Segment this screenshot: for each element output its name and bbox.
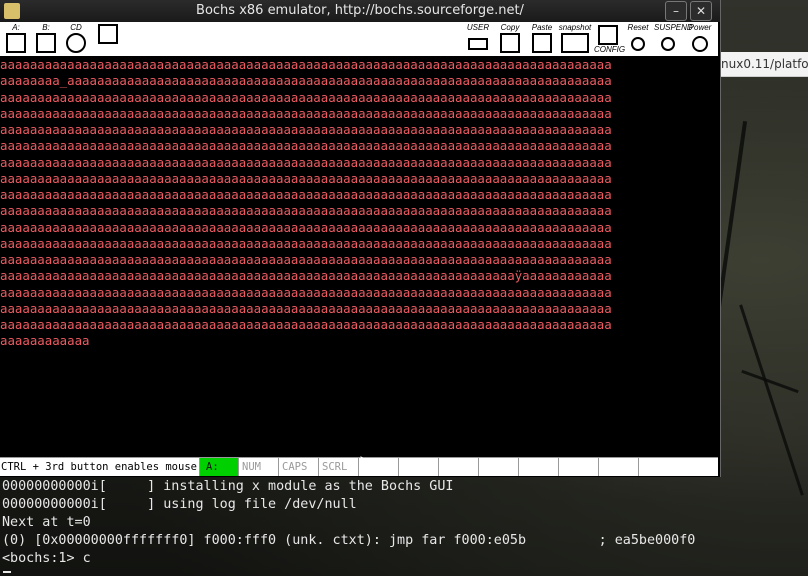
config-icon: [598, 25, 618, 45]
status-cell: [560, 458, 599, 476]
caps-lock-indicator: CAPS: [280, 458, 319, 476]
console-line: Next at t=0: [2, 515, 91, 530]
status-cell: [400, 458, 439, 476]
num-lock-indicator: NUM: [240, 458, 279, 476]
copy-button[interactable]: Copy: [496, 23, 524, 55]
screen-line: aaaaaaaaaaaaaaaaaaaaaaaaaaaaaaaaaaaaaaaa…: [0, 170, 612, 186]
screen-line: aaaaaaaaaaaaaaaaaaaaaaaaaaaaaaaaaaaaaaaa…: [0, 122, 612, 137]
screen-line: aaaaaaaaaaaaaaaaaaaaaaaaaaaaaaaaaaaaaaaa…: [0, 219, 612, 235]
screen-line: aaaaaaaaaaaaaaaaaaaaaaaaaaaaaaaaaaaaaaaa…: [0, 138, 612, 154]
screen-line: aaaaaaaaaaaaaaaaaaaaaaaaaaaaaaaaaaaaaaaa…: [0, 203, 612, 219]
terminal-cursor: [3, 571, 11, 573]
floppy-b-icon: [36, 33, 56, 53]
bochs-toolbar: A: B: CD USER Copy Paste snapshot CONFIG…: [0, 22, 718, 57]
screen-line: aaaaaaaaaaaaaaaaaaaaaaaaaaaaaaaaaaaaaaaa…: [0, 154, 612, 170]
floppy-b-button[interactable]: B:: [32, 23, 60, 55]
screen-line: aaaaaaaaaaaaaaaaaaaaaaaaaaaaaaaaaaaaaaaa…: [0, 252, 612, 267]
scroll-lock-indicator: SCRL: [320, 458, 359, 476]
screen-line: aaaaaaaaaaaaaaaaaaaaaaaaaaaaaaaaaaaaaaaa…: [0, 300, 612, 316]
power-icon: [692, 36, 708, 52]
reset-button[interactable]: Reset: [624, 23, 652, 55]
status-cell: [440, 458, 479, 476]
console-line: 00000000000i[ ] installing x module as t…: [2, 479, 454, 494]
screen-line: aaaaaaaaaaaaaaaaaaaaaaaaaaaaaaaaaaaaaaaa…: [0, 235, 612, 251]
cdrom-icon: [66, 33, 86, 53]
cdrom-button[interactable]: CD: [62, 23, 90, 55]
reset-icon: [631, 37, 645, 51]
mouse-capture-button[interactable]: [94, 23, 122, 55]
user-button[interactable]: USER: [464, 23, 492, 55]
camera-icon: [561, 33, 589, 53]
tree-branch: [739, 304, 804, 496]
window-titlebar[interactable]: Bochs x86 emulator, http://bochs.sourcef…: [0, 0, 720, 22]
paste-button[interactable]: Paste: [528, 23, 556, 55]
status-cell: [480, 458, 519, 476]
screen-line: aaaaaaaaaaaa: [0, 333, 90, 349]
floppy-a-icon: [6, 33, 26, 53]
console-line: (0) [0x00000000fffffff0] f000:fff0 (unk.…: [2, 533, 696, 548]
terminal-console[interactable]: 00000000000i[ ] installing x module as t…: [0, 478, 808, 576]
status-cell: [520, 458, 559, 476]
drive-a-led: A:: [200, 458, 239, 476]
screen-line: aaaaaaaaaaaaaaaaaaaaaaaaaaaaaaaaaaaaaaaa…: [0, 284, 612, 300]
screen-line: aaaaaaaa_aaaaaaaaaaaaaaaaaaaaaaaaaaaaaaa…: [0, 73, 612, 89]
snapshot-button[interactable]: snapshot: [558, 23, 592, 55]
status-message: CTRL + 3rd button enables mouse: [0, 458, 200, 476]
floppy-a-button[interactable]: A:: [2, 23, 30, 55]
copy-icon: [500, 33, 520, 53]
console-prompt: <bochs:1> c: [2, 551, 91, 566]
console-line: 00000000000i[ ] using log file /dev/null: [2, 497, 357, 512]
bochs-window: Bochs x86 emulator, http://bochs.sourcef…: [0, 0, 721, 477]
screen-line: aaaaaaaaaaaaaaaaaaaaaaaaaaaaaaaaaaaaaaaa…: [0, 268, 612, 284]
screen-line: aaaaaaaaaaaaaaaaaaaaaaaaaaaaaaaaaaaaaaaa…: [0, 57, 612, 72]
mouse-capture-icon: [98, 24, 118, 44]
config-button[interactable]: CONFIG: [594, 23, 625, 55]
power-button[interactable]: Power: [686, 23, 714, 55]
keyboard-icon: [468, 38, 488, 50]
browser-url-peek[interactable]: nux0.11/platfo: [715, 52, 808, 77]
close-button[interactable]: ✕: [690, 1, 712, 21]
screen-line: aaaaaaaaaaaaaaaaaaaaaaaaaaaaaaaaaaaaaaaa…: [0, 187, 612, 202]
emulator-screen[interactable]: aaaaaaaaaaaaaaaaaaaaaaaaaaaaaaaaaaaaaaaa…: [0, 57, 718, 456]
screen-line: aaaaaaaaaaaaaaaaaaaaaaaaaaaaaaaaaaaaaaaa…: [0, 105, 612, 121]
minimize-button[interactable]: –: [665, 1, 687, 21]
bochs-app-icon: [4, 3, 20, 19]
suspend-button[interactable]: SUSPEND: [654, 23, 693, 55]
screen-line: aaaaaaaaaaaaaaaaaaaaaaaaaaaaaaaaaaaaaaaa…: [0, 89, 612, 105]
window-title: Bochs x86 emulator, http://bochs.sourcef…: [196, 3, 524, 18]
suspend-icon: [661, 37, 675, 51]
status-cell: [600, 458, 639, 476]
screen-line: aaaaaaaaaaaaaaaaaaaaaaaaaaaaaaaaaaaaaaaa…: [0, 317, 612, 332]
paste-icon: [532, 33, 552, 53]
